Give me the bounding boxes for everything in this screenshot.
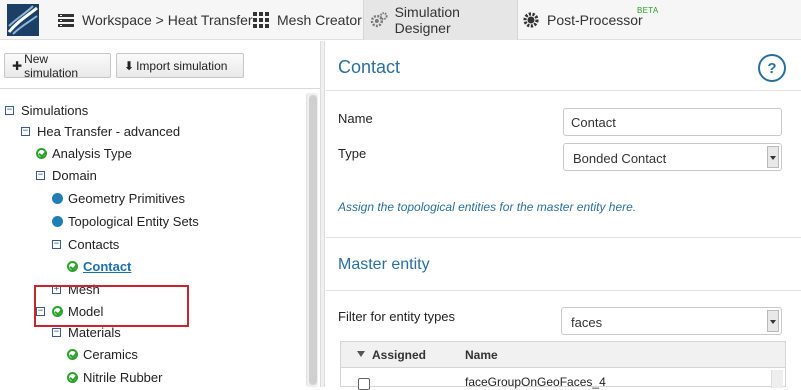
collapse-icon[interactable]: − xyxy=(52,239,61,249)
divider xyxy=(326,290,801,291)
status-dot-icon xyxy=(52,215,63,227)
tree-node-simulation[interactable]: − Hea Transfer - advanced xyxy=(21,121,180,141)
tree-label: Hea Transfer - advanced xyxy=(37,123,181,139)
status-dot-icon xyxy=(52,192,63,204)
page-title: Contact xyxy=(338,57,401,77)
download-icon: ⬇ xyxy=(124,58,135,73)
tree-label: Analysis Type xyxy=(52,145,132,161)
grid-scrollbar[interactable] xyxy=(771,370,783,388)
app-logo-icon[interactable] xyxy=(7,4,39,36)
tree-label: Ceramics xyxy=(83,346,138,362)
tree-node-contacts[interactable]: − Contacts xyxy=(52,234,119,254)
filter-label: Filter for entity types xyxy=(338,309,456,324)
type-select-value: Bonded Contact xyxy=(573,151,667,166)
collapse-icon[interactable]: − xyxy=(21,126,30,136)
tab-mesh-creator[interactable]: Mesh Creator xyxy=(252,0,362,40)
check-circle-icon xyxy=(67,348,78,360)
beta-badge: BETA xyxy=(637,6,659,15)
column-header-assigned[interactable]: Assigned xyxy=(372,348,426,362)
tree-node-nitrile-rubber[interactable]: Nitrile Rubber xyxy=(67,367,162,387)
tab-workspace-label: Workspace > Heat Transfer xyxy=(82,12,253,28)
check-circle-icon xyxy=(36,147,47,159)
master-entity-heading: Master entity xyxy=(338,256,430,273)
new-simulation-label: New simulation xyxy=(24,51,79,80)
tree-node-geometry-primitives[interactable]: Geometry Primitives xyxy=(52,188,185,208)
tree-label: Geometry Primitives xyxy=(68,190,186,206)
check-circle-icon xyxy=(67,260,78,272)
type-select[interactable]: Bonded Contact xyxy=(563,143,782,171)
tab-post-processor-label: Post-Processor xyxy=(547,12,643,28)
dropdown-arrow-icon[interactable] xyxy=(767,310,779,332)
tree-node-ceramics[interactable]: Ceramics xyxy=(67,344,138,364)
import-simulation-label: Import simulation xyxy=(136,58,228,73)
tree-node-simulations[interactable]: − Simulations xyxy=(5,100,88,120)
scrollbar-thumb[interactable] xyxy=(309,95,317,385)
tab-workspace[interactable]: Workspace > Heat Transfer xyxy=(57,0,253,40)
check-circle-icon xyxy=(67,371,78,383)
import-simulation-button[interactable]: ⬇ Import simulation xyxy=(116,53,244,78)
collapse-icon[interactable]: − xyxy=(52,327,61,337)
name-label: Name xyxy=(338,111,373,126)
left-panel: ✚ New simulation ⬇ Import simulation − S… xyxy=(0,41,320,387)
simulation-tree: − Simulations − Hea Transfer - advanced … xyxy=(0,90,305,387)
type-label: Type xyxy=(338,146,367,161)
tab-simulation-designer-label: Simulation Designer xyxy=(394,4,460,36)
grid-icon xyxy=(253,12,269,28)
row-checkbox[interactable] xyxy=(358,378,370,390)
tab-mesh-creator-label: Mesh Creator xyxy=(277,12,362,28)
tree-label: Topological Entity Sets xyxy=(68,213,199,229)
tree-node-topological-entity-sets[interactable]: Topological Entity Sets xyxy=(52,211,199,231)
entity-grid: Assigned Name faceGroupOnGeoFaces_4 xyxy=(340,341,786,390)
left-toolbar: ✚ New simulation ⬇ Import simulation xyxy=(0,41,320,89)
tree-label-selected: Contact xyxy=(83,258,132,274)
dropdown-arrow-icon[interactable] xyxy=(767,146,779,168)
divider xyxy=(326,237,801,238)
properties-panel: Contact ? Name Contact Type Bonded Conta… xyxy=(326,41,801,390)
assign-hint-text: Assign the topological entities for the … xyxy=(338,200,637,214)
grid-header: Assigned Name xyxy=(341,342,785,368)
collapse-icon[interactable]: − xyxy=(5,105,14,115)
column-header-name[interactable]: Name xyxy=(465,348,498,362)
tree-node-contact[interactable]: Contact xyxy=(67,256,131,276)
panel-splitter[interactable] xyxy=(320,41,325,387)
help-button[interactable]: ? xyxy=(758,54,786,82)
tree-label: Nitrile Rubber xyxy=(83,369,163,385)
name-input[interactable]: Contact xyxy=(563,108,782,136)
gears-icon xyxy=(370,12,388,28)
top-nav-bar: Workspace > Heat Transfer Mesh Creator S… xyxy=(0,0,801,40)
new-simulation-button[interactable]: ✚ New simulation xyxy=(4,51,111,80)
filter-select[interactable]: faces xyxy=(561,307,782,335)
workspace-icon xyxy=(58,14,74,27)
plus-icon: ✚ xyxy=(12,58,23,73)
tree-label: Domain xyxy=(52,167,97,183)
tab-simulation-designer[interactable]: Simulation Designer xyxy=(363,0,518,40)
tree-scrollbar[interactable] xyxy=(306,93,318,387)
tree-label: Contacts xyxy=(68,236,120,252)
tree-node-analysis-type[interactable]: Analysis Type xyxy=(36,143,132,163)
divider xyxy=(326,90,801,91)
gear-icon xyxy=(523,12,539,28)
tree-label: Simulations xyxy=(21,102,89,118)
collapse-icon[interactable]: − xyxy=(36,170,45,180)
filter-select-value: faces xyxy=(571,315,603,330)
tree-node-domain[interactable]: − Domain xyxy=(36,165,97,185)
selection-highlight-box xyxy=(34,285,189,327)
tab-post-processor[interactable]: Post-Processor xyxy=(522,0,643,40)
sort-desc-icon[interactable] xyxy=(357,351,365,357)
